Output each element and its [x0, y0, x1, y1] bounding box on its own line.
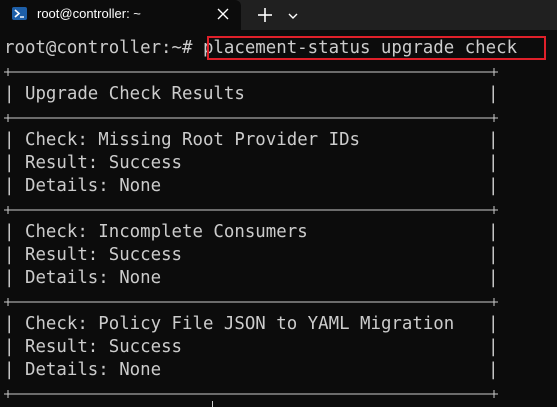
border-left: |	[4, 314, 15, 334]
powershell-terminal-icon	[12, 7, 27, 20]
shell-prompt: root@controller:~#	[4, 38, 203, 58]
table-header: Upgrade Check Results	[24, 84, 245, 104]
check-name: Check: Policy File JSON to YAML Migratio…	[24, 314, 455, 334]
border-right: |	[488, 245, 499, 265]
tab-root-controller[interactable]: root@controller: ~	[0, 0, 241, 30]
border-right: |	[488, 130, 499, 150]
border-left: |	[4, 268, 15, 288]
table-row: | Result: Success	[4, 152, 182, 175]
table-row: | Check: Policy File JSON to YAML Migrat…	[4, 313, 454, 336]
text-cursor	[212, 401, 213, 407]
check-result: Result: Success	[24, 245, 183, 265]
border-left: |	[4, 176, 15, 196]
tab-title: root@controller: ~	[37, 6, 141, 21]
table-row: | Details: None	[4, 267, 161, 290]
new-tab-plus-icon[interactable]	[255, 5, 275, 25]
border-right: |	[488, 314, 499, 334]
border-right: |	[488, 84, 499, 104]
border-right: |	[488, 268, 499, 288]
border-left: |	[4, 245, 15, 265]
border-left: |	[4, 130, 15, 150]
border-left: |	[4, 222, 15, 242]
border-left: |	[4, 337, 15, 357]
table-row: | Check: Incomplete Consumers	[4, 221, 308, 244]
table-divider	[4, 290, 498, 313]
check-name: Check: Missing Root Provider IDs	[24, 130, 361, 150]
check-details: Details: None	[24, 360, 162, 380]
table-divider	[4, 198, 498, 221]
close-icon[interactable]	[215, 6, 231, 22]
table-divider	[4, 382, 498, 405]
border-right: |	[488, 176, 499, 196]
chevron-down-icon[interactable]	[286, 8, 300, 22]
table-row: | Check: Missing Root Provider IDs	[4, 129, 360, 152]
table-row: | Result: Success	[4, 336, 182, 359]
table-divider	[4, 60, 498, 83]
border-left: |	[4, 360, 15, 380]
check-name: Check: Incomplete Consumers	[24, 222, 308, 242]
check-result: Result: Success	[24, 337, 183, 357]
tab-bar: root@controller: ~	[0, 0, 557, 30]
table-divider	[4, 106, 498, 129]
table-row: | Result: Success	[4, 244, 182, 267]
border-right: |	[488, 337, 499, 357]
border-right: |	[488, 153, 499, 173]
table-row: | Details: None	[4, 359, 161, 382]
check-result: Result: Success	[24, 153, 183, 173]
check-details: Details: None	[24, 176, 162, 196]
border-right: |	[488, 360, 499, 380]
border-right: |	[488, 222, 499, 242]
check-details: Details: None	[24, 268, 162, 288]
table-header-row: | Upgrade Check Results	[4, 83, 245, 106]
table-row: | Details: None	[4, 175, 161, 198]
border-left: |	[4, 84, 15, 104]
command-highlight-box	[207, 36, 546, 60]
border-left: |	[4, 153, 15, 173]
